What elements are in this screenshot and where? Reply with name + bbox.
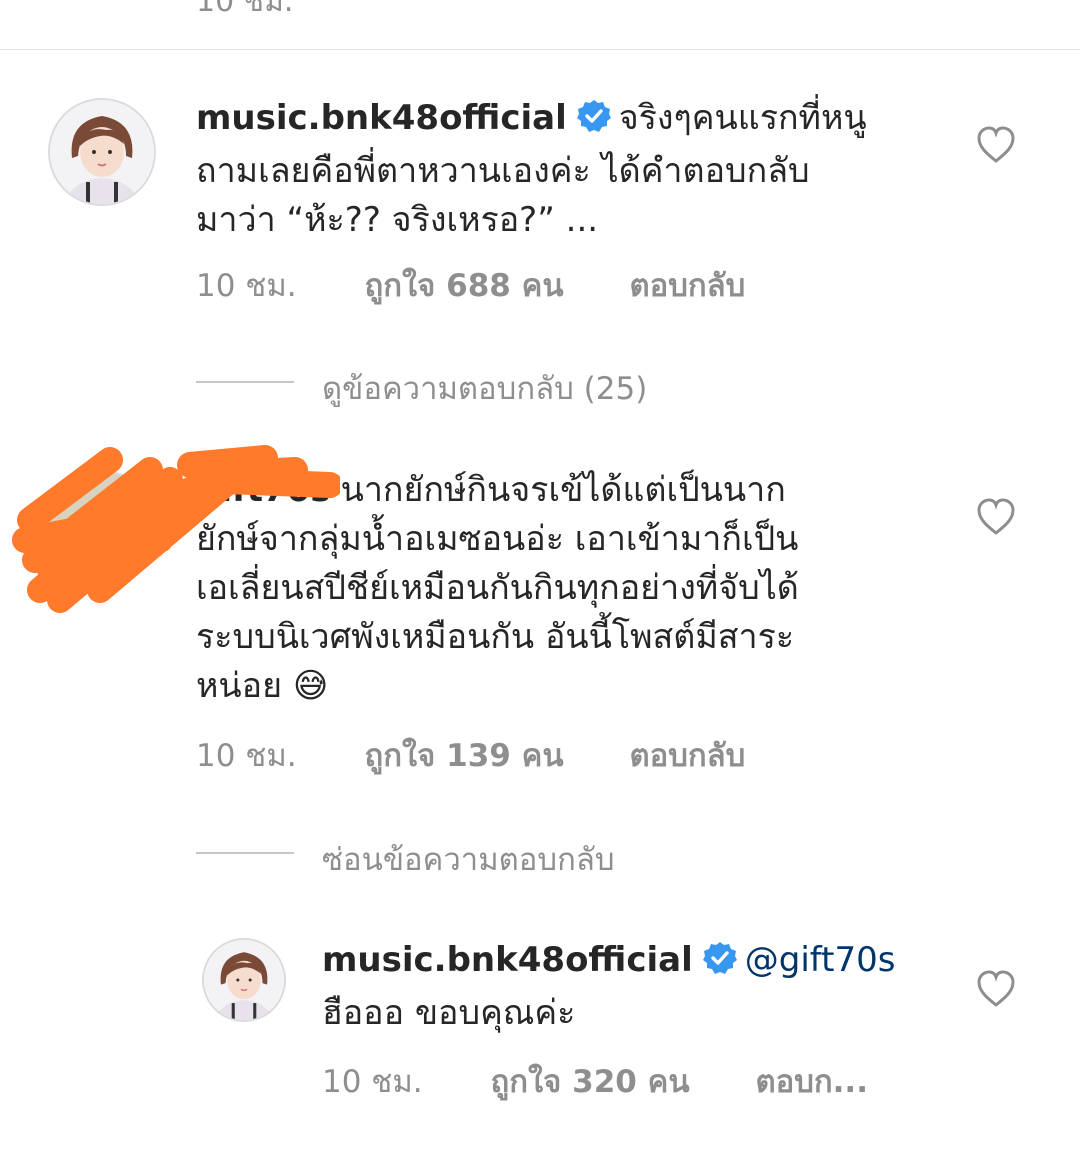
- redaction-scribble: [12, 445, 340, 613]
- sweat-smile-emoji: 😅: [292, 666, 329, 706]
- comment-body: music.bnk48official จริงๆคนแรกที่หนู ถามเ…: [196, 94, 936, 245]
- verified-badge-icon: [702, 940, 737, 989]
- reply-meta: 10 ชม. ถูกใจ 320 คน ตอบก...: [322, 1056, 868, 1106]
- comment-line: ถามเลยคือพี่ตาหวานเองค่ะ ได้คำตอบกลับ: [196, 151, 810, 191]
- reply-button[interactable]: ตอบก...: [755, 1056, 868, 1106]
- reply-username[interactable]: music.bnk48official: [322, 940, 693, 980]
- reply-button[interactable]: ตอบกลับ: [629, 730, 745, 780]
- verified-badge-icon: [576, 98, 611, 147]
- like-heart-icon[interactable]: [976, 126, 1016, 164]
- likes-count[interactable]: ถูกใจ 688 คน: [365, 260, 564, 310]
- hide-replies-button[interactable]: ซ่อนข้อความตอบกลับ: [322, 834, 615, 884]
- comment-username[interactable]: music.bnk48official: [196, 98, 567, 138]
- avatar[interactable]: [48, 98, 156, 206]
- comment-time: 10 ชม.: [196, 738, 297, 774]
- comment-line: มาว่า “ห้ะ?? จริงเหรอ?” ...: [196, 200, 599, 240]
- mention-link[interactable]: @gift70s: [745, 940, 896, 980]
- likes-count[interactable]: ถูกใจ 139 คน: [365, 730, 564, 780]
- reply-button[interactable]: ตอบกลับ: [629, 260, 745, 310]
- comment-meta: 10 ชม. ถูกใจ 688 คน ตอบกลับ: [196, 260, 745, 310]
- comment-line: นากยักษ์กินจรเข้ได้แต่เป็นนาก: [340, 470, 786, 510]
- comment-line: หน่อย: [196, 666, 282, 706]
- reply-body: music.bnk48official @gift70s ฮือออ ขอบคุณ…: [322, 936, 962, 1038]
- thread-line: [196, 852, 294, 854]
- comment-meta: 10 ชม. ถูกใจ 139 คน ตอบกลับ: [196, 730, 745, 780]
- comment-line: จริงๆคนแรกที่หนู: [618, 98, 867, 138]
- comment-time: 10 ชม.: [196, 268, 297, 304]
- reply-text: ฮือออ ขอบคุณค่ะ: [322, 993, 576, 1033]
- reply-time: 10 ชม.: [322, 1064, 423, 1100]
- section-divider: [0, 49, 1080, 50]
- view-replies-button[interactable]: ดูข้อความตอบกลับ (25): [322, 363, 647, 413]
- like-heart-icon[interactable]: [976, 498, 1016, 536]
- previous-comment-time: 10 ชม.: [196, 0, 294, 19]
- like-heart-icon[interactable]: [976, 970, 1016, 1008]
- thread-line: [196, 381, 294, 383]
- avatar[interactable]: [202, 938, 286, 1022]
- likes-count[interactable]: ถูกใจ 320 คน: [491, 1056, 690, 1106]
